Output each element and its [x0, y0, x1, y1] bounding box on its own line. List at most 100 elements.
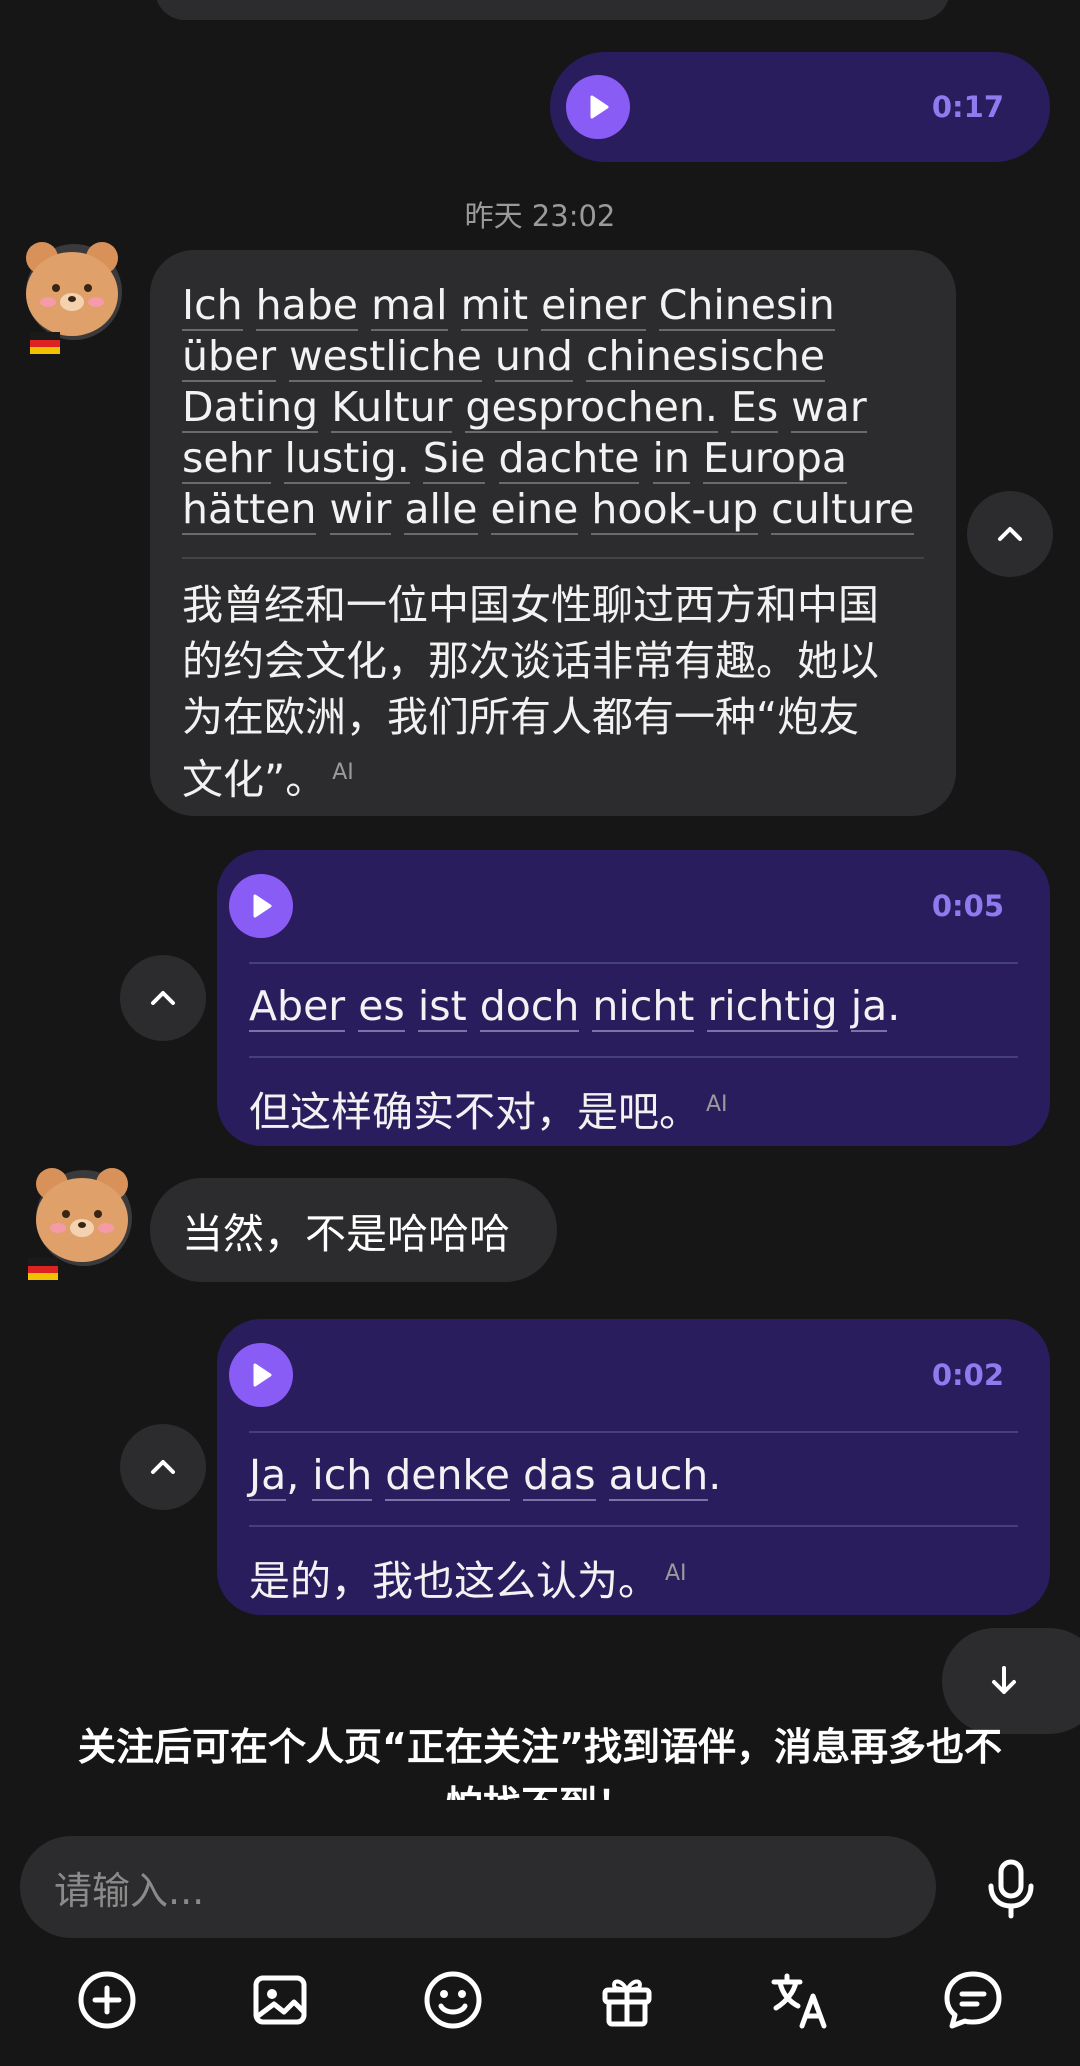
word[interactable]: sehr [182, 434, 272, 484]
arrow-down-icon [992, 1666, 1016, 1694]
received-message-bubble[interactable]: 当然，不是哈哈哈 [150, 1178, 557, 1282]
word[interactable]: ja [850, 982, 888, 1032]
word[interactable]: hook-up [591, 485, 759, 535]
transcript-text: Ja, ich denke das auch. [249, 1451, 722, 1501]
transcript-text: Aber es ist doch nicht richtig ja. [249, 982, 901, 1032]
word[interactable]: ist [417, 982, 467, 1032]
message-input[interactable]: 请输入... [20, 1836, 936, 1938]
send-image-button[interactable] [246, 1966, 314, 2034]
original-text: Ich habe mal mit einer Chinesin über wes… [182, 280, 924, 535]
translate-button[interactable] [766, 1966, 834, 2034]
word[interactable]: culture [771, 485, 915, 535]
text-line: hätten wir alle eine hook-up culture [182, 484, 924, 535]
word[interactable]: mit [460, 281, 529, 331]
voice-player: 0:02 [229, 1339, 1018, 1411]
word[interactable]: Sie [422, 434, 486, 484]
translated-text: 但这样确实不对，是吧。 AI [249, 1058, 1018, 1152]
collapse-translation-button[interactable] [120, 955, 206, 1041]
emoji-button[interactable] [419, 1966, 487, 2034]
ai-badge: AI [665, 1561, 687, 1587]
word[interactable]: richtig [707, 982, 838, 1032]
word[interactable]: nicht [592, 982, 695, 1032]
voice-duration: 0:05 [931, 889, 1004, 923]
chevron-up-icon [151, 991, 175, 1005]
word[interactable]: Chinesin [658, 281, 835, 331]
received-message-bubble[interactable]: Ich habe mal mit einer Chinesin über wes… [150, 250, 956, 816]
play-icon[interactable] [229, 1343, 293, 1407]
voice-duration: 0:17 [931, 90, 1004, 124]
word[interactable]: lustig. [284, 434, 410, 484]
word[interactable]: doch [479, 982, 580, 1032]
ai-badge: AI [706, 1092, 728, 1118]
bear-avatar-icon [28, 1168, 132, 1280]
word[interactable]: hätten [182, 485, 317, 535]
image-icon [253, 1975, 307, 2025]
plus-circle-icon [78, 1971, 136, 2029]
input-placeholder: 请输入... [54, 1868, 205, 1913]
word[interactable]: auch [608, 1451, 709, 1501]
add-attachment-button[interactable] [73, 1966, 141, 2034]
word[interactable]: Aber [249, 982, 346, 1032]
ai-badge: AI [332, 760, 354, 785]
word[interactable]: das [523, 1451, 596, 1501]
translation-line: 文化”。 AI [182, 745, 924, 808]
translation-line: 为在欧洲，我们所有人都有一种“炮友 [182, 693, 860, 741]
quick-reply-button[interactable] [939, 1966, 1007, 2034]
message-timestamp: 昨天 23:02 [464, 199, 616, 233]
word[interactable]: Europa [702, 434, 848, 484]
word[interactable]: eine [490, 485, 579, 535]
partner-avatar[interactable] [12, 236, 132, 356]
previous-message-bubble [155, 0, 950, 20]
word[interactable]: einer [541, 281, 646, 331]
partner-avatar[interactable] [22, 1162, 142, 1282]
play-icon[interactable] [229, 874, 293, 938]
word[interactable]: Ich [182, 281, 243, 331]
word[interactable]: habe [255, 281, 359, 331]
translated-text: 是的，我也这么认为。 AI [249, 1527, 1018, 1621]
text-line: über westliche und chinesische [182, 331, 924, 382]
word[interactable]: Kultur [331, 383, 453, 433]
voice-player: 0:05 [229, 870, 1018, 942]
word[interactable]: gesprochen. [465, 383, 718, 433]
word[interactable]: dachte [498, 434, 640, 484]
translation-line: 我曾经和一位中国女性聊过西方和中国 [182, 581, 879, 629]
word[interactable]: mal [371, 281, 448, 331]
text-line: sehr lustig. Sie dachte in Europa [182, 433, 924, 484]
bear-avatar-icon [26, 242, 122, 354]
collapse-translation-button[interactable] [120, 1424, 206, 1510]
word[interactable]: war [791, 383, 867, 433]
gift-button[interactable] [593, 1966, 661, 2034]
word[interactable]: Ja [249, 1451, 287, 1501]
collapse-translation-button[interactable] [967, 491, 1053, 577]
chevron-up-icon [998, 527, 1022, 541]
text-line: Ich habe mal mit einer Chinesin [182, 280, 924, 331]
emoji-icon [424, 1971, 482, 2029]
word[interactable]: denke [385, 1451, 511, 1501]
translate-icon [771, 1973, 827, 2029]
bottom-toolbar [0, 1960, 1080, 2040]
word[interactable]: über [182, 332, 277, 382]
word[interactable]: es [358, 982, 405, 1032]
word[interactable]: Dating [182, 383, 319, 433]
word[interactable]: Es [730, 383, 779, 433]
word[interactable]: westliche [289, 332, 482, 382]
play-icon[interactable] [566, 75, 630, 139]
voice-message-bubble[interactable]: 0:17 [550, 52, 1050, 162]
word[interactable]: in [652, 434, 690, 484]
chevron-up-icon [151, 1460, 175, 1474]
word[interactable]: alle [404, 485, 478, 535]
translated-text: 我曾经和一位中国女性聊过西方和中国 的约会文化，那次谈话非常有趣。她以 为在欧洲… [182, 577, 924, 808]
voice-record-button[interactable] [980, 1858, 1042, 1920]
word[interactable]: chinesische [585, 332, 825, 382]
translation-divider [182, 557, 924, 559]
word[interactable]: ich [312, 1451, 373, 1501]
translation-line-text: 文化”。 [182, 755, 327, 804]
gift-icon [602, 1979, 652, 2027]
word[interactable]: wir [329, 485, 392, 535]
sent-voice-message-card[interactable]: 0:02 Ja, ich denke das auch. 是的，我也这么认为。 A… [217, 1319, 1050, 1615]
sent-voice-message-card[interactable]: 0:05 Aber es ist doch nicht richtig ja. … [217, 850, 1050, 1146]
translation-line: 的约会文化，那次谈话非常有趣。她以 [182, 637, 879, 685]
translation-line: 是的，我也这么认为。 [249, 1557, 659, 1605]
follow-tip-banner: 关注后可在个人页“正在关注”找到语伴，消息再多也不怕找不到！ [78, 1725, 1002, 1800]
word[interactable]: und [494, 332, 573, 382]
